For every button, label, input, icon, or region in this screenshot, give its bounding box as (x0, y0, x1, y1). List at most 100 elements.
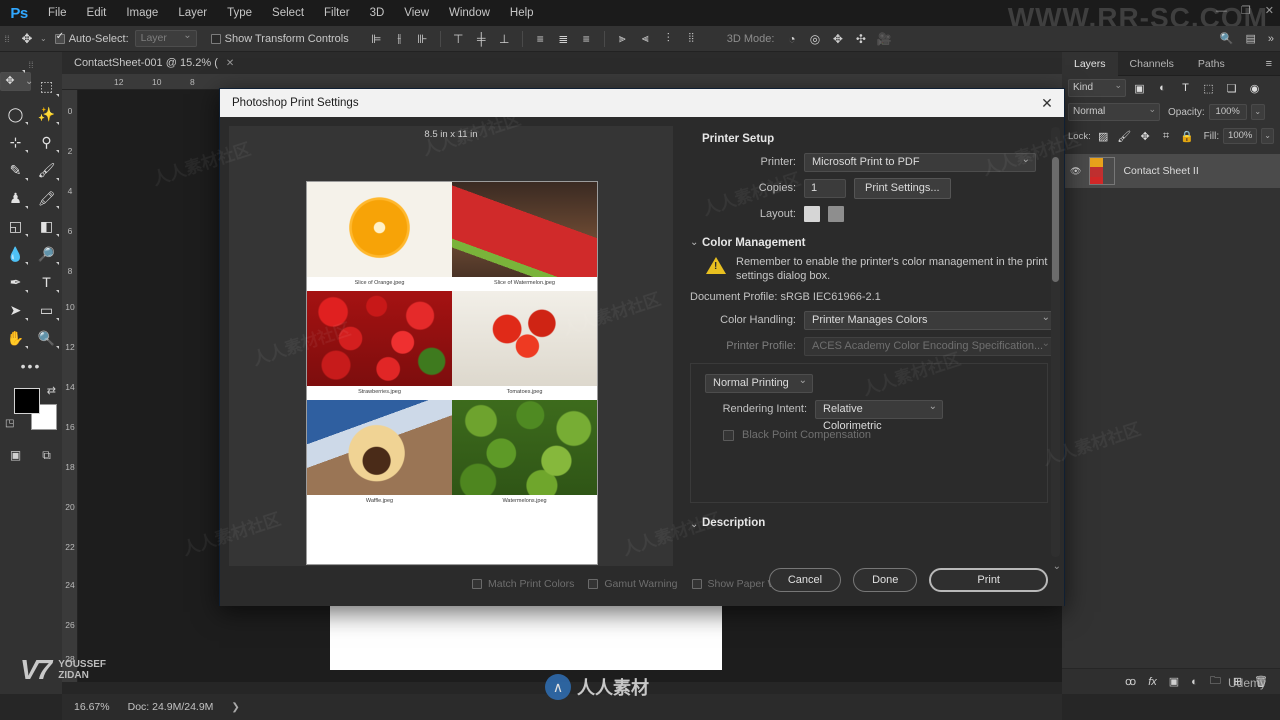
arrange-documents-icon[interactable]: ▤ (1245, 32, 1255, 45)
scrollbar-thumb[interactable] (1052, 157, 1059, 282)
auto-select-scope-dropdown[interactable]: Layer (134, 28, 197, 47)
menu-view[interactable]: View (394, 0, 439, 26)
delete-layer-icon[interactable]: 🗑 (1254, 675, 1268, 688)
print-preview-paper[interactable]: Slice of Orange.jpeg Slice of Watermelon… (306, 181, 598, 565)
pan-3d-icon[interactable]: ✥ (826, 28, 849, 50)
layer-row-contact-sheet[interactable]: 👁 Contact Sheet II (1062, 154, 1280, 188)
gamut-warning-checkbox-group[interactable]: Gamut Warning (588, 578, 678, 590)
align-horizontal-centers-icon[interactable]: ⫲ (388, 28, 411, 50)
tab-layers[interactable]: Layers (1062, 51, 1118, 76)
print-settings-button[interactable]: Print Settings... (854, 177, 951, 199)
filter-shape-icon[interactable]: ⬚ (1199, 78, 1218, 98)
scroll-down-icon[interactable]: ⌄ (1053, 561, 1061, 572)
zoom-level[interactable]: 16.67% (74, 701, 110, 713)
lasso-tool[interactable]: ◯ (0, 100, 31, 128)
blur-tool[interactable]: 💧 (0, 240, 31, 268)
layout-portrait-icon[interactable] (804, 206, 820, 222)
print-button[interactable]: Print (929, 568, 1048, 592)
layer-visibility-icon[interactable]: 👁 (1070, 166, 1081, 177)
distribute-spacing-icon[interactable]: ⦙⦙ (680, 28, 703, 50)
color-handling-dropdown[interactable]: Printer Manages Colors (804, 309, 1056, 330)
rectangular-marquee-tool[interactable]: ⬚ (31, 72, 62, 100)
tab-paths[interactable]: Paths (1186, 52, 1237, 76)
move-tool[interactable]: ✥ (0, 70, 31, 91)
lock-position-icon[interactable]: ✥ (1137, 126, 1154, 146)
layer-mask-icon[interactable]: ▣ (1169, 675, 1179, 688)
lock-all-icon[interactable]: 🔒 (1179, 126, 1196, 146)
align-left-edges-icon[interactable]: ⊫ (365, 28, 388, 50)
print-preview-pane[interactable]: 8.5 in x 11 in Slice of Orange.jpeg Slic… (229, 126, 673, 566)
screen-mode-icon[interactable]: ⧉ (31, 444, 62, 466)
align-vertical-centers-icon[interactable]: ╪ (470, 28, 493, 50)
align-bottom-edges-icon[interactable]: ⊥ (493, 28, 516, 50)
restore-icon[interactable]: ❐ (1241, 4, 1251, 17)
lock-image-icon[interactable]: 🖌 (1116, 126, 1133, 146)
clone-stamp-tool[interactable]: ♟ (0, 184, 31, 212)
align-right-edges-icon[interactable]: ⊪ (411, 28, 434, 50)
gradient-tool[interactable]: ◧ (31, 212, 62, 240)
show-paper-white-checkbox[interactable] (691, 579, 702, 589)
menu-image[interactable]: Image (116, 0, 168, 26)
align-top-edges-icon[interactable]: ⊤ (447, 28, 470, 50)
printing-mode-dropdown[interactable]: Normal Printing (705, 372, 813, 393)
healing-brush-tool[interactable]: ✎ (0, 156, 31, 184)
settings-scrollbar[interactable] (1051, 127, 1060, 557)
history-brush-tool[interactable]: 🖍 (31, 184, 62, 212)
edit-toolbar-button[interactable]: ••• (0, 352, 62, 378)
filter-kind-dropdown[interactable]: Kind (1068, 77, 1126, 97)
menu-layer[interactable]: Layer (168, 0, 217, 26)
path-selection-tool[interactable]: ➤ (0, 296, 31, 324)
roll-3d-icon[interactable]: ◎ (803, 28, 826, 50)
menu-edit[interactable]: Edit (77, 0, 117, 26)
magic-wand-tool[interactable]: ✨ (31, 100, 62, 128)
layer-style-icon[interactable]: fx (1148, 676, 1157, 688)
new-layer-icon[interactable]: ⊞ (1233, 675, 1242, 688)
quick-mask-icon[interactable]: ▣ (0, 444, 31, 466)
menu-help[interactable]: Help (500, 0, 544, 26)
eraser-tool[interactable]: ◱ (0, 212, 31, 240)
tool-preset-chevron-icon[interactable]: ⌄ (40, 34, 47, 43)
gamut-warning-checkbox[interactable] (588, 579, 599, 589)
auto-select-checkbox[interactable] (54, 31, 65, 44)
menu-type[interactable]: Type (217, 0, 262, 26)
move-tool-icon[interactable]: ✥ (14, 31, 40, 47)
orbit-3d-icon[interactable]: ◔ (780, 28, 803, 50)
workspace-chevron-icon[interactable]: » (1268, 33, 1274, 45)
brush-tool[interactable]: 🖌 (31, 156, 62, 184)
blend-mode-dropdown[interactable]: Normal (1068, 101, 1160, 121)
distribute-vertical-centers-icon[interactable]: ≣ (552, 28, 575, 50)
distribute-top-edges-icon[interactable]: ≡ (529, 28, 552, 50)
menu-select[interactable]: Select (262, 0, 314, 26)
tab-channels[interactable]: Channels (1118, 52, 1186, 76)
distribute-left-edges-icon[interactable]: ⫸ (611, 28, 634, 50)
document-tab-close-icon[interactable]: ✕ (218, 58, 234, 69)
layout-landscape-icon[interactable] (828, 206, 844, 222)
new-group-icon[interactable]: 🗀 (1210, 672, 1221, 691)
match-print-colors-checkbox[interactable] (472, 579, 482, 589)
rendering-intent-dropdown[interactable]: Relative Colorimetric (815, 398, 943, 432)
zoom-tool[interactable]: 🔍 (31, 324, 62, 352)
close-icon[interactable]: ✕ (1265, 4, 1274, 17)
crop-tool[interactable]: ⊹ (0, 128, 31, 156)
type-tool[interactable]: T (31, 268, 62, 296)
copies-input[interactable]: 1 (804, 178, 846, 198)
vertical-ruler[interactable]: 0 2 4 6 8 10 12 14 16 18 20 22 24 26 28 (62, 90, 78, 682)
default-colors-icon[interactable]: ◳ (5, 418, 14, 429)
search-icon[interactable]: 🔍 (1220, 32, 1234, 45)
menu-3d[interactable]: 3D (360, 0, 395, 26)
lock-artboard-icon[interactable]: ⌗ (1158, 126, 1175, 146)
match-print-colors-checkbox-group[interactable]: Match Print Colors (472, 578, 574, 590)
description-twirl-icon[interactable]: ⌄ (690, 519, 698, 530)
distribute-right-edges-icon[interactable]: ⫶ (657, 28, 680, 50)
swap-colors-icon[interactable]: ⇄ (47, 384, 56, 397)
fill-stepper[interactable]: ⌄ (1261, 128, 1274, 144)
menu-window[interactable]: Window (439, 0, 500, 26)
menu-file[interactable]: File (38, 0, 77, 26)
printer-dropdown[interactable]: Microsoft Print to PDF (804, 151, 1036, 172)
filter-toggle-icon[interactable]: ◉ (1245, 78, 1264, 98)
distribute-horizontal-centers-icon[interactable]: ⫷ (634, 28, 657, 50)
distribute-bottom-edges-icon[interactable]: ≡ (575, 28, 598, 50)
eyedropper-tool[interactable]: ⚲ (31, 128, 62, 156)
fill-value[interactable]: 100% (1223, 128, 1258, 144)
dialog-close-icon[interactable]: ✕ (1030, 89, 1064, 117)
